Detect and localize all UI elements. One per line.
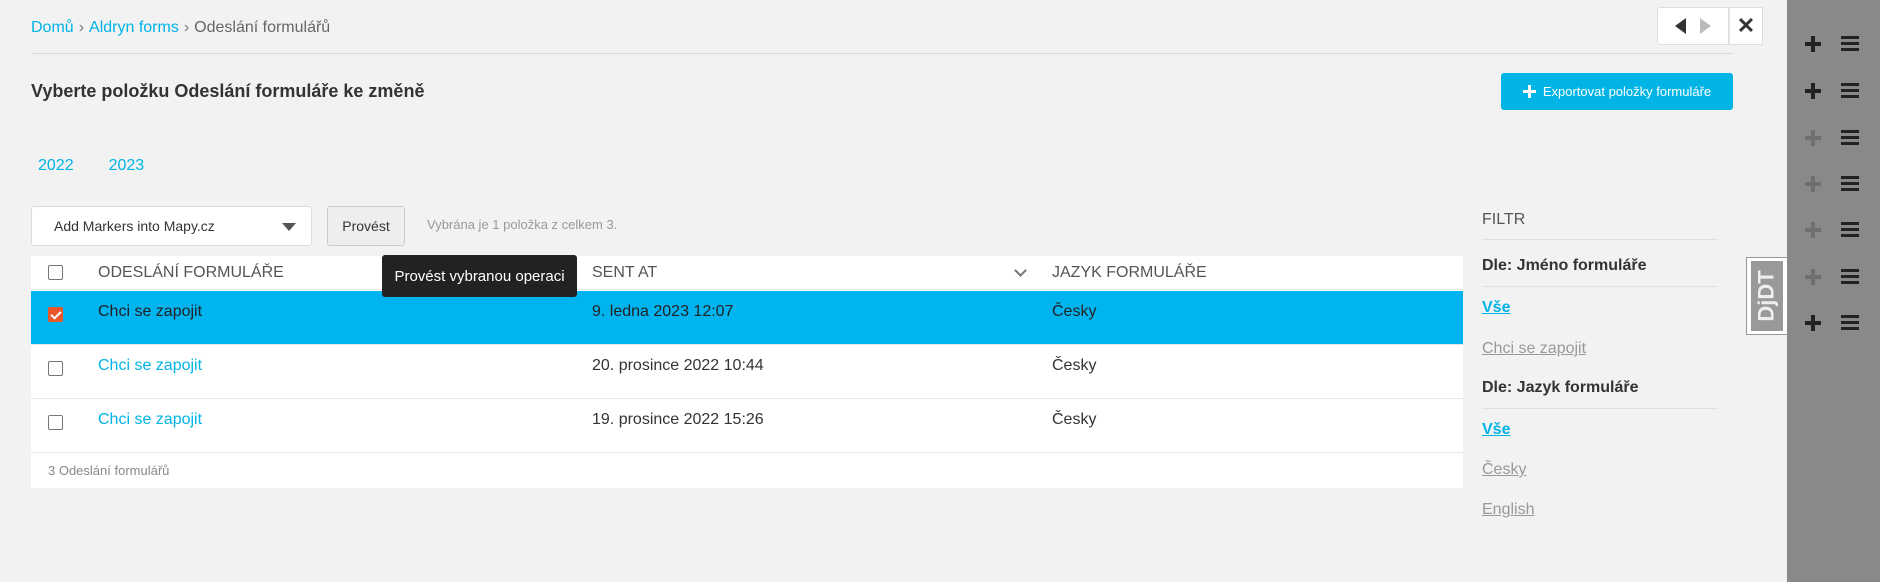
plus-icon[interactable]	[1805, 176, 1821, 192]
row-language: Česky	[1052, 357, 1097, 374]
row-language: Česky	[1052, 303, 1097, 320]
forward-arrow-icon[interactable]	[1700, 18, 1711, 34]
filter-option-chci-se-zapojit[interactable]: Chci se zapojit	[1482, 340, 1586, 358]
action-select-value: Add Markers into Mapy.cz	[54, 218, 215, 234]
plus-icon[interactable]	[1805, 222, 1821, 238]
side-panel-row	[1797, 259, 1875, 295]
year-link-2023[interactable]: 2023	[109, 157, 145, 175]
debug-toolbar-label: DjDT	[1754, 270, 1780, 322]
debug-toolbar-handle[interactable]: DjDT	[1746, 257, 1787, 335]
column-header-sent-at[interactable]: Sent at	[592, 264, 657, 282]
plus-icon[interactable]	[1805, 315, 1821, 331]
history-navigation	[1657, 7, 1729, 45]
plus-icon	[1522, 85, 1536, 98]
run-action-tooltip: Provést vybranou operaci	[382, 255, 577, 297]
export-button[interactable]: Exportovat položky formuláře	[1501, 73, 1733, 110]
row-name-link[interactable]: Chci se zapojit	[98, 411, 202, 429]
filter-divider	[1482, 239, 1718, 240]
filter-divider	[1482, 408, 1718, 409]
filter-heading-form-name: Dle: Jméno formuláře	[1482, 257, 1647, 274]
breadcrumb-current: Odeslání formulářů	[194, 19, 331, 36]
sort-descending-icon[interactable]	[1014, 264, 1027, 277]
row-sent-at: 19. prosince 2022 15:26	[592, 411, 764, 428]
row-name-link[interactable]: Chci se zapojit	[98, 357, 202, 375]
breadcrumb-separator: ›	[183, 19, 190, 36]
side-panel-row	[1797, 26, 1875, 62]
menu-icon[interactable]	[1841, 269, 1859, 285]
table-row: Chci se zapojit 9. ledna 2023 12:07 Česk…	[31, 291, 1463, 345]
page-title: Vyberte položku Odeslání formuláře ke zm…	[31, 81, 425, 101]
row-sent-at: 9. ledna 2023 12:07	[592, 303, 734, 320]
filter-heading-language: Dle: Jazyk formuláře	[1482, 379, 1639, 396]
header-divider	[31, 53, 1733, 54]
result-count: 3 Odeslání formulářů	[48, 463, 170, 478]
row-language: Česky	[1052, 411, 1097, 428]
plus-icon[interactable]	[1805, 269, 1821, 285]
row-sent-at: 20. prosince 2022 10:44	[592, 357, 764, 374]
filter-option-cesky[interactable]: Česky	[1482, 461, 1526, 479]
structure-side-panel	[1787, 0, 1880, 582]
filter-option-english[interactable]: English	[1482, 501, 1534, 519]
table-header: Odeslání formuláře Sent at Jazyk formulá…	[31, 256, 1463, 290]
run-action-button[interactable]: Provést	[327, 206, 405, 246]
filter-divider	[1482, 286, 1718, 287]
filter-option-all[interactable]: Vše	[1482, 299, 1510, 317]
row-checkbox[interactable]	[48, 415, 63, 430]
plus-icon[interactable]	[1805, 36, 1821, 52]
side-panel-row	[1797, 166, 1875, 202]
menu-icon[interactable]	[1841, 315, 1859, 331]
table-row: Chci se zapojit 20. prosince 2022 10:44 …	[31, 345, 1463, 399]
filter-option-all[interactable]: Vše	[1482, 421, 1510, 439]
menu-icon[interactable]	[1841, 222, 1859, 238]
column-header-language[interactable]: Jazyk formuláře	[1052, 264, 1207, 282]
filter-title: FILTR	[1482, 211, 1526, 228]
row-name-link[interactable]: Chci se zapojit	[98, 303, 202, 321]
plus-icon[interactable]	[1805, 130, 1821, 146]
column-header-submission[interactable]: Odeslání formuláře	[98, 264, 284, 282]
date-hierarchy: 2022 2023	[38, 157, 144, 175]
select-all-checkbox[interactable]	[48, 265, 63, 280]
side-panel-row	[1797, 73, 1875, 109]
export-button-label: Exportovat položky formuláře	[1542, 84, 1712, 99]
debug-toolbar-logo: DjDT	[1751, 261, 1783, 331]
breadcrumb-app-link[interactable]: Aldryn forms	[89, 19, 179, 36]
breadcrumb-separator: ›	[78, 19, 85, 36]
breadcrumb: Domů › Aldryn forms › Odeslání formulářů	[31, 19, 330, 37]
results-table: Odeslání formuláře Sent at Jazyk formulá…	[31, 256, 1463, 488]
menu-icon[interactable]	[1841, 130, 1859, 146]
back-arrow-icon[interactable]	[1675, 18, 1686, 34]
side-panel-row	[1797, 212, 1875, 248]
chevron-down-icon	[282, 223, 296, 231]
menu-icon[interactable]	[1841, 176, 1859, 192]
plus-icon[interactable]	[1805, 83, 1821, 99]
row-checkbox[interactable]	[48, 307, 63, 322]
table-row: Chci se zapojit 19. prosince 2022 15:26 …	[31, 399, 1463, 453]
menu-icon[interactable]	[1841, 36, 1859, 52]
year-link-2022[interactable]: 2022	[38, 157, 74, 175]
breadcrumb-home-link[interactable]: Domů	[31, 19, 74, 36]
menu-icon[interactable]	[1841, 83, 1859, 99]
row-checkbox[interactable]	[48, 361, 63, 376]
selection-counter: Vybrána je 1 položka z celkem 3.	[427, 217, 618, 232]
close-icon[interactable]: ✕	[1729, 7, 1763, 45]
action-select[interactable]: Add Markers into Mapy.cz	[31, 206, 312, 246]
side-panel-row	[1797, 305, 1875, 341]
side-panel-row	[1797, 120, 1875, 156]
